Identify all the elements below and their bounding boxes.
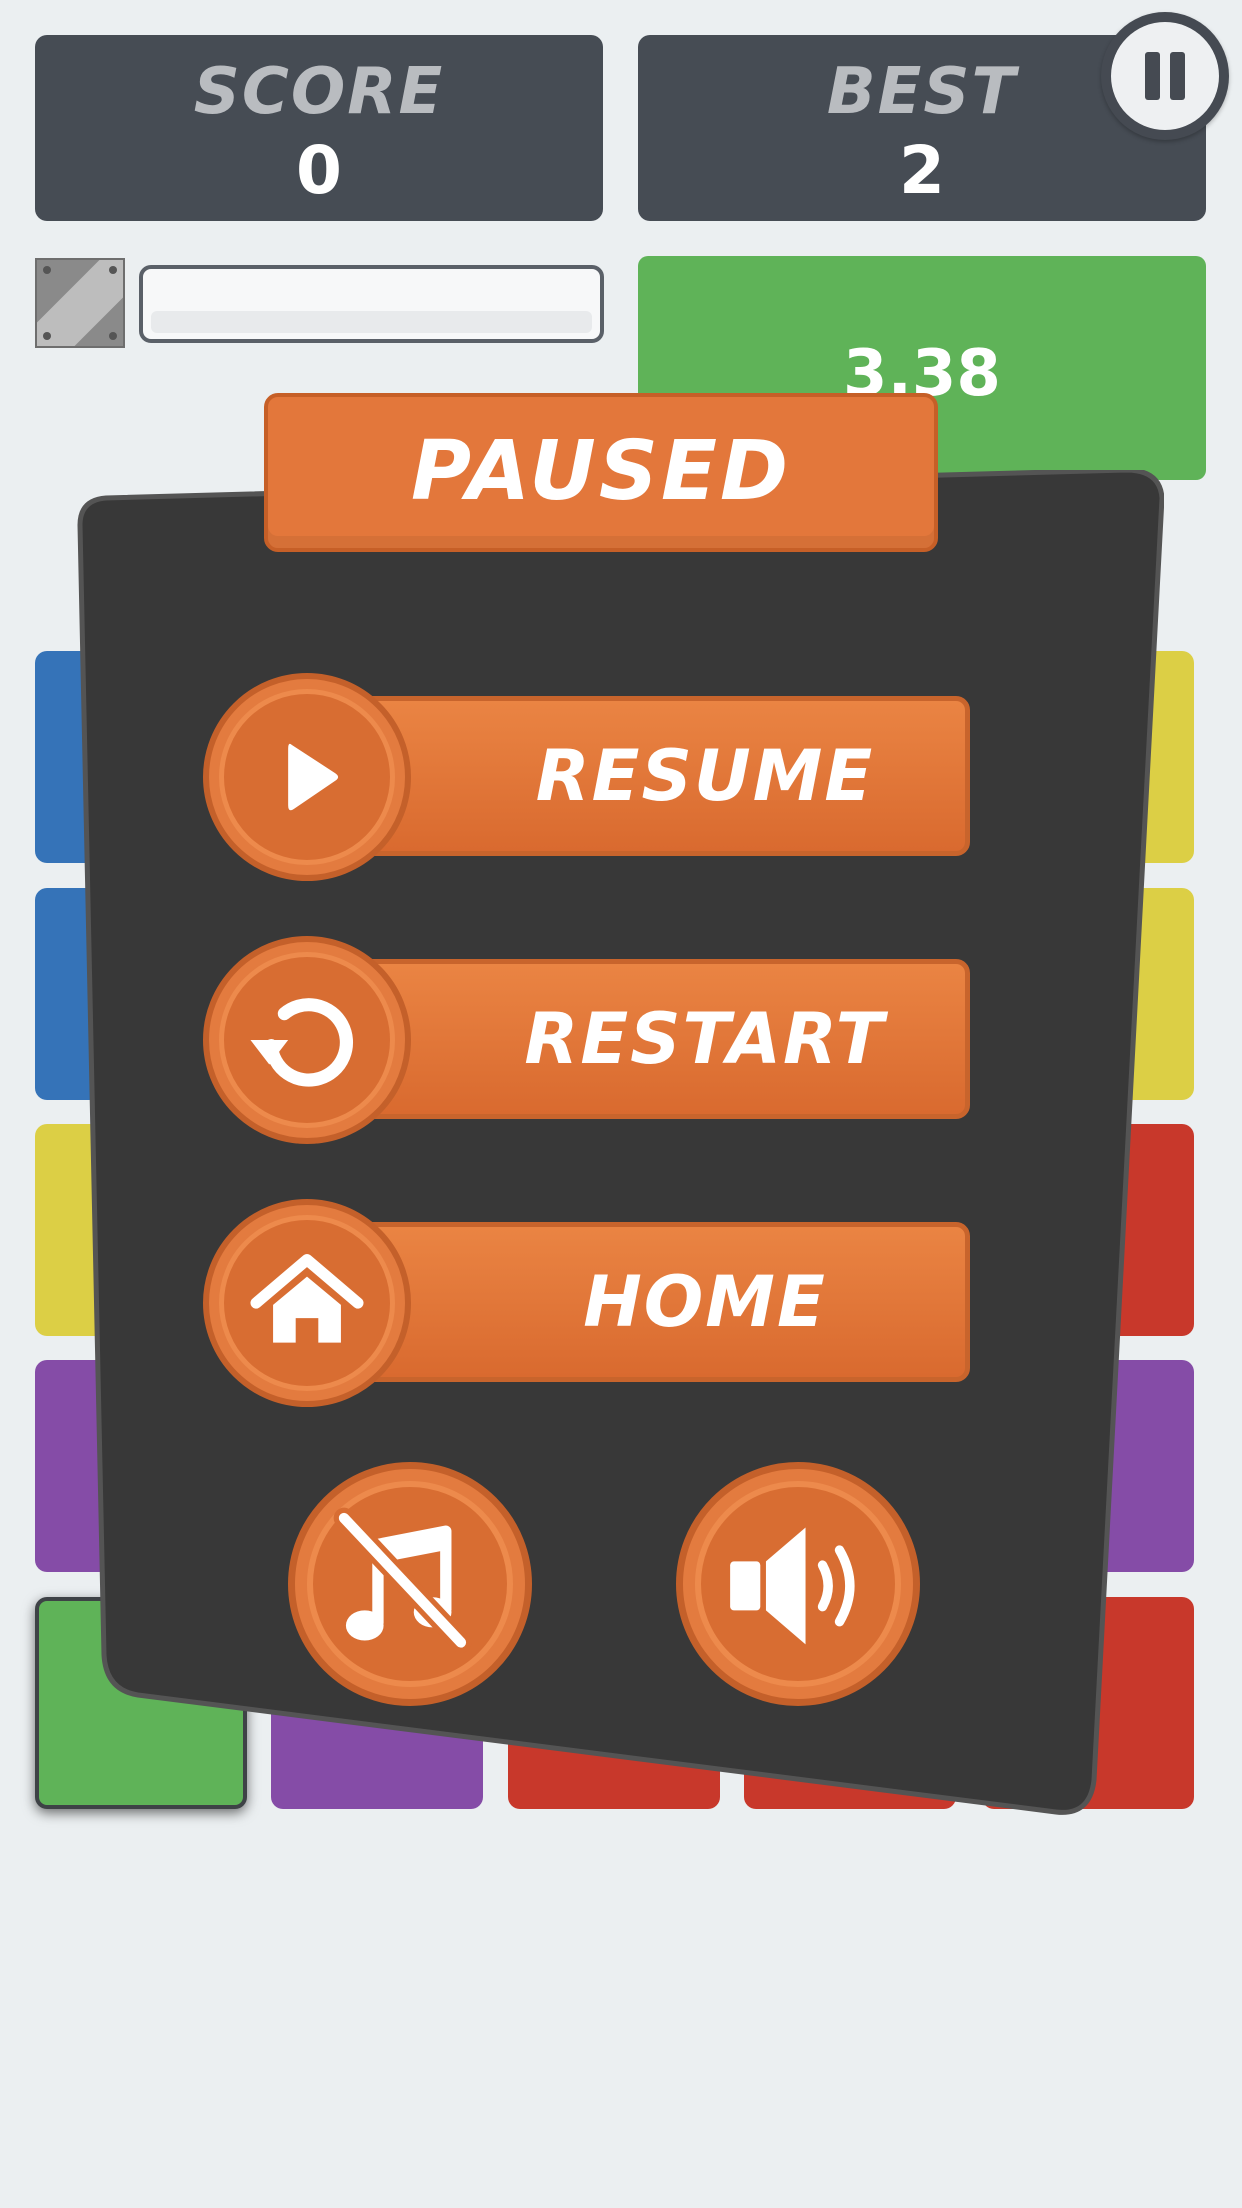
play-icon: [288, 743, 339, 811]
home-icon: [250, 1254, 364, 1343]
speaker-on-icon: [730, 1527, 855, 1645]
resume-label: RESUME: [535, 735, 875, 817]
music-toggle-button[interactable]: [288, 1462, 532, 1706]
home-label: HOME: [583, 1261, 827, 1343]
restart-round-button[interactable]: [203, 936, 411, 1144]
sound-toggle-button[interactable]: [676, 1462, 920, 1706]
music-off-icon: [333, 1507, 472, 1653]
pause-icon: [1111, 22, 1219, 130]
resume-round-button[interactable]: [203, 673, 411, 881]
pause-button[interactable]: [1101, 12, 1229, 140]
restart-button[interactable]: RESTART: [350, 959, 970, 1119]
home-round-button[interactable]: [203, 1199, 411, 1407]
home-button[interactable]: HOME: [350, 1222, 970, 1382]
score-label: SCORE: [193, 55, 445, 129]
score-box: SCORE 0: [35, 35, 603, 221]
restart-label: RESTART: [524, 998, 886, 1080]
score-value: 0: [296, 132, 342, 209]
progress-bar: [139, 265, 604, 343]
resume-button[interactable]: RESUME: [350, 696, 970, 856]
paused-title-plate: PAUSED: [264, 393, 938, 552]
restart-icon: [250, 998, 354, 1087]
paused-title: PAUSED: [410, 424, 792, 519]
striped-bomb-icon: [35, 258, 125, 348]
best-value: 2: [899, 132, 945, 209]
pause-panel: [77, 470, 1164, 1815]
